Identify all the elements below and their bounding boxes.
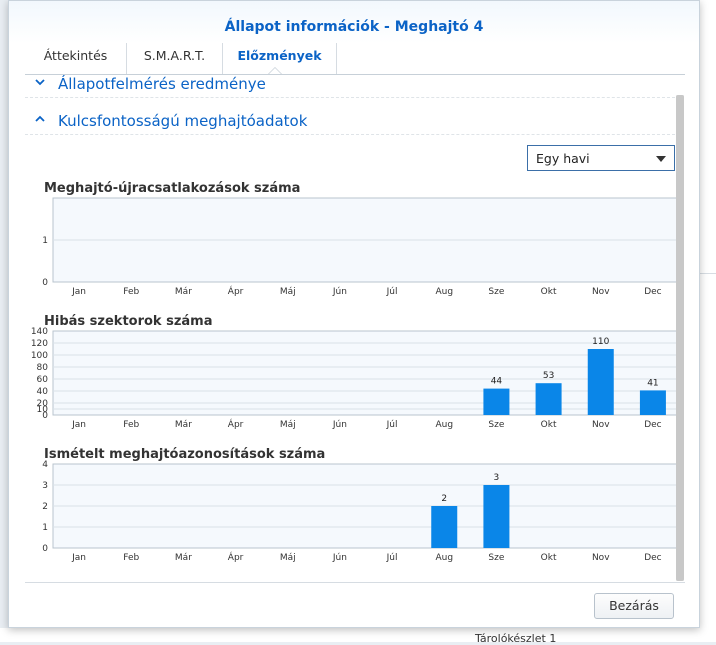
- data-label: 3: [494, 473, 500, 483]
- x-tick-label: Ápr: [228, 285, 244, 297]
- x-tick-label: Nov: [592, 553, 610, 563]
- x-tick-label: Okt: [541, 287, 557, 297]
- x-tick-label: Sze: [488, 553, 504, 563]
- section-key-drive-data-label: Kulcsfontosságú meghajtóadatok: [58, 112, 308, 130]
- background-storage-pool-label: Tárolókészlet 1: [475, 632, 557, 645]
- data-label: 41: [647, 378, 658, 388]
- x-tick-label: Júl: [386, 420, 398, 430]
- bar-aug: [431, 506, 458, 548]
- dialog-title: Állapot információk - Meghajtó 4: [224, 19, 484, 35]
- scrollbar-thumb[interactable]: [676, 95, 684, 581]
- data-label: 110: [592, 337, 609, 347]
- x-tick-label: Júl: [386, 287, 398, 297]
- x-tick-label: Feb: [123, 553, 139, 563]
- background-panel: [700, 0, 716, 642]
- x-tick-label: Aug: [435, 420, 453, 430]
- x-tick-label: Sze: [488, 420, 504, 430]
- x-tick-label: Nov: [592, 287, 610, 297]
- chart-title-bad-sectors: Hibás szektorok száma: [44, 314, 213, 329]
- x-tick-label: Jún: [332, 420, 347, 430]
- x-tick-label: Nov: [592, 420, 610, 430]
- y-tick-label: 60: [37, 375, 49, 385]
- y-tick-label: 80: [37, 363, 49, 373]
- x-tick-label: Júl: [386, 553, 398, 563]
- x-tick-label: Ápr: [228, 418, 244, 430]
- x-tick-label: Okt: [541, 420, 557, 430]
- health-info-dialog: Állapot információk - Meghajtó 4 Áttekin…: [8, 0, 700, 628]
- section-health-check-label: Állapotfelmérés eredménye: [58, 75, 266, 93]
- bar-nov: [587, 349, 614, 415]
- chart-title-reidentifications: Ismételt meghajtóazonosítások száma: [44, 447, 326, 462]
- y-tick-label: 20: [37, 399, 49, 409]
- x-tick-label: Jan: [71, 287, 86, 297]
- period-select[interactable]: Egy havi: [527, 145, 675, 171]
- chart-title-reconnects: Meghajtó-újracsatlakozások száma: [44, 181, 301, 196]
- x-tick-label: Feb: [123, 287, 139, 297]
- x-tick-label: Máj: [280, 553, 296, 563]
- tab-smart[interactable]: S.M.A.R.T.: [127, 43, 223, 74]
- y-tick-label: 4: [42, 460, 48, 470]
- y-tick-label: 100: [31, 351, 48, 361]
- x-tick-label: Sze: [488, 287, 504, 297]
- tab-overview[interactable]: Áttekintés: [25, 43, 127, 74]
- x-tick-label: Jan: [71, 420, 86, 430]
- x-tick-label: Ápr: [228, 551, 244, 563]
- bar-dec: [639, 390, 666, 415]
- data-label: 53: [543, 371, 554, 381]
- x-tick-label: Dec: [644, 553, 661, 563]
- y-tick-label: 2: [42, 502, 48, 512]
- data-label: 2: [441, 494, 447, 504]
- plot-area: [52, 330, 680, 416]
- x-tick-label: Jún: [332, 287, 347, 297]
- period-select-value: Egy havi: [536, 151, 590, 166]
- chart-reconnects: 0 1 Jan Feb Már Ápr Máj Jún Júl Aug Sze Okt Nov Dec: [42, 197, 680, 297]
- background-divider: [700, 273, 716, 274]
- data-label: 44: [491, 377, 503, 387]
- bar-sze: [483, 388, 510, 415]
- chevron-up-icon: [35, 115, 45, 122]
- y-tick-label: 140: [31, 327, 48, 337]
- x-tick-label: Máj: [280, 287, 296, 297]
- y-tick-label: 0: [42, 278, 48, 288]
- bar-okt: [535, 383, 562, 415]
- active-tab-indicator: [268, 67, 282, 74]
- x-tick-label: Már: [175, 420, 192, 430]
- bar-sze: [483, 485, 510, 548]
- y-tick-label: 120: [31, 339, 48, 349]
- section-key-drive-data[interactable]: Kulcsfontosságú meghajtóadatok: [25, 110, 675, 135]
- x-tick-label: Jan: [71, 553, 86, 563]
- x-tick-label: Jún: [332, 553, 347, 563]
- tab-bar: Áttekintés S.M.A.R.T. Előzmények: [25, 43, 685, 75]
- x-tick-label: Már: [175, 553, 192, 563]
- close-button[interactable]: Bezárás: [594, 593, 674, 619]
- x-tick-label: Már: [175, 287, 192, 297]
- x-tick-label: Aug: [435, 287, 453, 297]
- background-strip: [0, 628, 716, 642]
- y-tick-label: 1: [42, 523, 48, 533]
- y-tick-label: 1: [42, 236, 48, 246]
- y-tick-label: 40: [37, 387, 49, 397]
- y-tick-label: 0: [42, 544, 48, 554]
- chart-bad-sectors: 01020406080100120140Jan Feb Már Ápr Máj Jún Jú…: [31, 327, 680, 430]
- y-tick-label: 3: [42, 481, 48, 491]
- x-tick-label: Dec: [644, 420, 661, 430]
- x-tick-label: Dec: [644, 287, 661, 297]
- x-tick-label: Okt: [541, 553, 557, 563]
- footer-divider: [25, 582, 685, 583]
- x-tick-label: Aug: [435, 553, 453, 563]
- chevron-down-icon: [656, 156, 666, 162]
- section-health-check[interactable]: Állapotfelmérés eredménye: [25, 75, 675, 98]
- chevron-down-icon: [35, 79, 45, 86]
- x-tick-label: Máj: [280, 420, 296, 430]
- x-tick-label: Feb: [123, 420, 139, 430]
- chart-reidentifications: 0 1 2 3 4 Jan Feb Már Ápr Máj Jún Júl 2 Aug 3 Sze Okt Nov…: [42, 460, 680, 563]
- dialog-titlebar: Állapot információk - Meghajtó 4: [9, 1, 699, 43]
